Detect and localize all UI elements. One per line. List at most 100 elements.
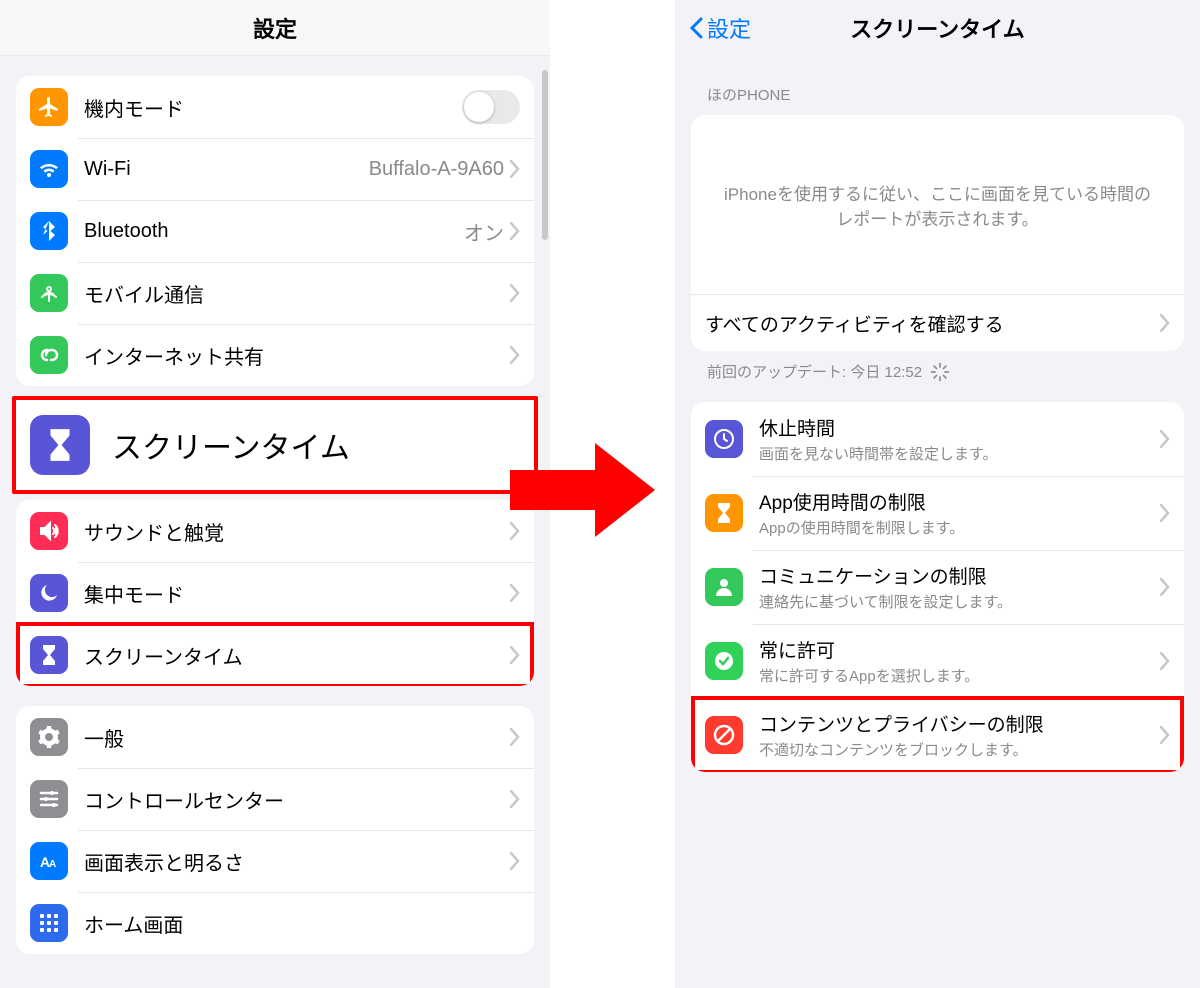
clock-icon <box>705 420 743 458</box>
page-title: スクリーンタイム <box>850 12 1024 44</box>
last-update: 前回のアップデート: 今日 12:52 <box>707 361 1168 382</box>
chevron-right-icon <box>510 346 520 364</box>
device-header: ほのPHONE <box>707 84 1168 105</box>
no-entry-icon <box>705 716 743 754</box>
row-label: スクリーンタイム <box>84 641 510 670</box>
chevron-right-icon <box>1160 652 1170 670</box>
row-cellular[interactable]: モバイル通信 <box>16 262 534 324</box>
row-label: コントロールセンター <box>84 785 510 814</box>
spinner-icon <box>930 362 950 382</box>
hourglass-icon <box>705 494 743 532</box>
last-update-text: 前回のアップデート: 今日 12:52 <box>707 361 922 382</box>
chevron-right-icon <box>1160 314 1170 332</box>
chevron-right-icon <box>510 790 520 808</box>
row-label: 一般 <box>84 723 510 752</box>
row-label: Wi-Fi <box>84 158 369 181</box>
row-communication-limits[interactable]: コミュニケーションの制限 連絡先に基づいて制限を設定します。 <box>691 550 1184 624</box>
row-airplane[interactable]: 機内モード <box>16 76 534 138</box>
row-home-screen[interactable]: ホーム画面 <box>16 892 534 954</box>
row-sounds[interactable]: サウンドと触覚 <box>16 500 534 562</box>
checkmark-icon <box>705 642 743 680</box>
chevron-right-icon <box>510 852 520 870</box>
row-general[interactable]: 一般 <box>16 706 534 768</box>
row-label: コミュニケーションの制限 <box>759 562 1160 589</box>
back-button[interactable]: 設定 <box>689 12 751 44</box>
row-label: 画面表示と明るさ <box>84 847 510 876</box>
nav-bar: 設定 <box>0 0 550 56</box>
row-sub: 画面を見ない時間帯を設定します。 <box>759 443 1160 464</box>
chevron-right-icon <box>510 584 520 602</box>
row-focus[interactable]: 集中モード <box>16 562 534 624</box>
row-always-allowed[interactable]: 常に許可 常に許可するAppを選択します。 <box>691 624 1184 698</box>
person-icon <box>705 568 743 606</box>
page-title: 設定 <box>253 12 297 44</box>
hourglass-icon <box>30 415 90 475</box>
svg-text:A: A <box>49 859 56 870</box>
settings-group-2: サウンドと触覚 集中モード スクリーンタイム <box>16 500 534 686</box>
row-display[interactable]: AA 画面表示と明るさ <box>16 830 534 892</box>
row-label: ホーム画面 <box>84 909 520 938</box>
grid-icon <box>30 904 68 942</box>
settings-group-3: 一般 コントロールセンター AA 画面表示と明るさ ホーム画面 <box>16 706 534 954</box>
row-hotspot[interactable]: インターネット共有 <box>16 324 534 386</box>
row-sub: 連絡先に基づいて制限を設定します。 <box>759 591 1160 612</box>
hourglass-icon <box>30 636 68 674</box>
screentime-options-group: 休止時間 画面を見ない時間帯を設定します。 App使用時間の制限 Appの使用時… <box>691 402 1184 772</box>
sliders-icon <box>30 780 68 818</box>
row-label: すべてのアクティビティを確認する <box>705 310 1160 337</box>
report-group: iPhoneを使用するに従い、ここに画面を見ている時間のレポートが表示されます。… <box>691 115 1184 351</box>
settings-group-1: 機内モード Wi-Fi Buffalo-A-9A60 Bluetooth オン … <box>16 76 534 386</box>
highlight-screentime-big: スクリーンタイム <box>12 396 538 494</box>
row-content-privacy[interactable]: コンテンツとプライバシーの制限 不適切なコンテンツをブロックします。 <box>691 698 1184 772</box>
chevron-right-icon <box>510 646 520 664</box>
row-label: 集中モード <box>84 579 510 608</box>
antenna-icon <box>30 274 68 312</box>
row-sub: 常に許可するAppを選択します。 <box>759 665 1160 686</box>
report-placeholder: iPhoneを使用するに従い、ここに画面を見ている時間のレポートが表示されます。 <box>691 115 1184 295</box>
chevron-right-icon <box>510 728 520 746</box>
row-label: Bluetooth <box>84 220 464 243</box>
row-screentime-small[interactable]: スクリーンタイム <box>16 624 534 686</box>
report-text: iPhoneを使用するに従い、ここに画面を見ている時間のレポートが表示されます。 <box>719 180 1156 230</box>
row-bluetooth[interactable]: Bluetooth オン <box>16 200 534 262</box>
row-value: オン <box>464 217 504 246</box>
settings-screen: 設定 機内モード Wi-Fi Buffalo-A-9A60 Bluetooth … <box>0 0 550 988</box>
chevron-right-icon <box>510 222 520 240</box>
chevron-left-icon <box>689 17 703 39</box>
instruction-arrow-icon <box>505 430 660 550</box>
row-app-limits[interactable]: App使用時間の制限 Appの使用時間を制限します。 <box>691 476 1184 550</box>
nav-bar: 設定 スクリーンタイム <box>675 0 1200 56</box>
chevron-right-icon <box>510 160 520 178</box>
screentime-screen: 設定 スクリーンタイム ほのPHONE iPhoneを使用するに従い、ここに画面… <box>675 0 1200 988</box>
row-label: モバイル通信 <box>84 279 510 308</box>
row-label: 常に許可 <box>759 636 1160 663</box>
bluetooth-icon <box>30 212 68 250</box>
row-label: App使用時間の制限 <box>759 488 1160 515</box>
chevron-right-icon <box>1160 504 1170 522</box>
row-label: スクリーンタイム <box>112 423 520 467</box>
back-label: 設定 <box>707 12 751 44</box>
scrollbar[interactable] <box>542 70 548 240</box>
moon-icon <box>30 574 68 612</box>
row-label: コンテンツとプライバシーの制限 <box>759 710 1160 737</box>
row-all-activity[interactable]: すべてのアクティビティを確認する <box>691 295 1184 351</box>
row-label: インターネット共有 <box>84 341 510 370</box>
row-wifi[interactable]: Wi-Fi Buffalo-A-9A60 <box>16 138 534 200</box>
chevron-right-icon <box>510 284 520 302</box>
row-control-center[interactable]: コントロールセンター <box>16 768 534 830</box>
row-label: 機内モード <box>84 93 462 122</box>
wifi-icon <box>30 150 68 188</box>
row-label: 休止時間 <box>759 414 1160 441</box>
chevron-right-icon <box>1160 578 1170 596</box>
row-sub: 不適切なコンテンツをブロックします。 <box>759 739 1160 760</box>
row-value: Buffalo-A-9A60 <box>369 158 504 181</box>
airplane-icon <box>30 88 68 126</box>
airplane-switch[interactable] <box>462 90 520 124</box>
row-label: サウンドと触覚 <box>84 517 510 546</box>
chevron-right-icon <box>1160 726 1170 744</box>
row-downtime[interactable]: 休止時間 画面を見ない時間帯を設定します。 <box>691 402 1184 476</box>
row-sub: Appの使用時間を制限します。 <box>759 517 1160 538</box>
text-size-icon: AA <box>30 842 68 880</box>
chevron-right-icon <box>1160 430 1170 448</box>
row-screentime-big[interactable]: スクリーンタイム <box>16 400 534 490</box>
